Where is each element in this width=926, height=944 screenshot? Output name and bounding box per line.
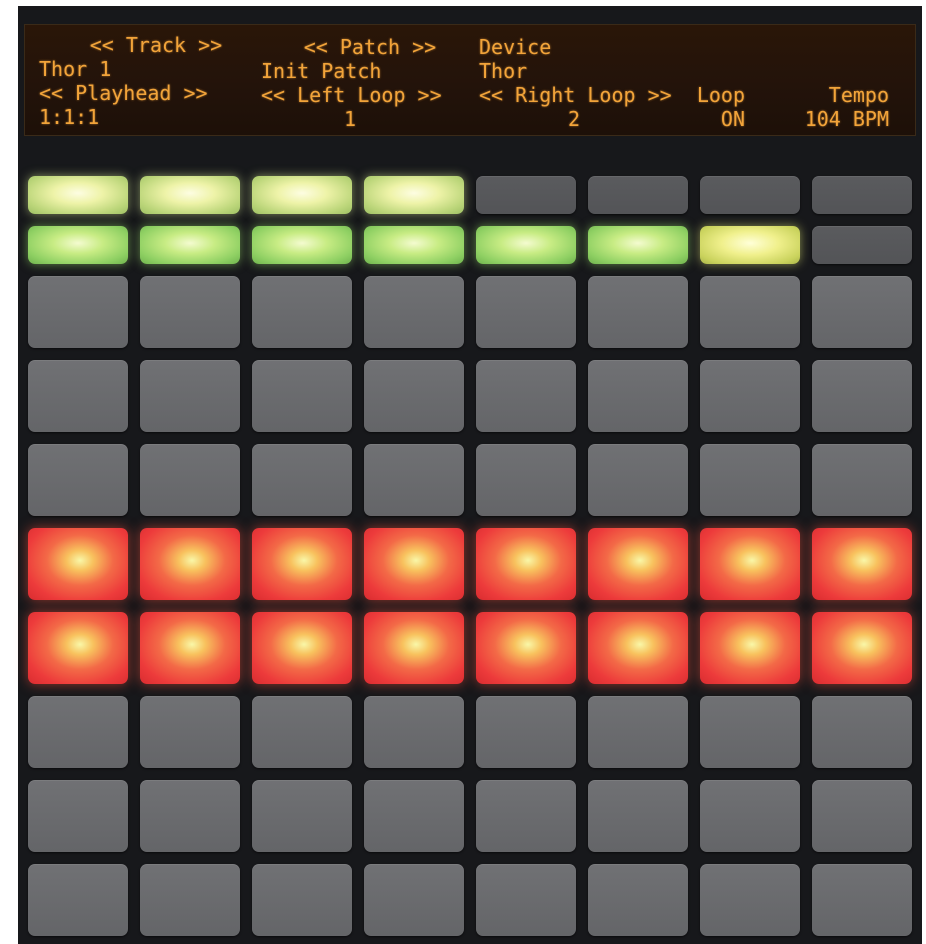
pad-r8-c6[interactable] bbox=[588, 696, 688, 768]
pad-r6-c2[interactable] bbox=[140, 528, 240, 600]
pad-r8-c1[interactable] bbox=[28, 696, 128, 768]
pad-r1-c1[interactable] bbox=[28, 176, 128, 214]
pad-r3-c3[interactable] bbox=[252, 276, 352, 348]
pad-r9-c8[interactable] bbox=[812, 780, 912, 852]
pad-r1-c6[interactable] bbox=[588, 176, 688, 214]
pad-r2-c6[interactable] bbox=[588, 226, 688, 264]
pad-r6-c6[interactable] bbox=[588, 528, 688, 600]
right-loop-selector[interactable]: << Right Loop >> bbox=[479, 83, 672, 107]
pad-r6-c4[interactable] bbox=[364, 528, 464, 600]
pad-r1-c5[interactable] bbox=[476, 176, 576, 214]
pad-r7-c5[interactable] bbox=[476, 612, 576, 684]
pad-r3-c6[interactable] bbox=[588, 276, 688, 348]
pad-r10-c7[interactable] bbox=[700, 864, 800, 936]
pad-r8-c3[interactable] bbox=[252, 696, 352, 768]
pad-r8-c5[interactable] bbox=[476, 696, 576, 768]
pad-r8-c2[interactable] bbox=[140, 696, 240, 768]
pad-r7-c7[interactable] bbox=[700, 612, 800, 684]
left-loop-selector[interactable]: << Left Loop >> bbox=[261, 83, 442, 107]
pad-r7-c2[interactable] bbox=[140, 612, 240, 684]
lcd-display: << Track >> Thor 1 << Playhead >> 1:1:1 … bbox=[24, 24, 916, 136]
pad-r7-c8[interactable] bbox=[812, 612, 912, 684]
pad-r4-c6[interactable] bbox=[588, 360, 688, 432]
pad-r2-c5[interactable] bbox=[476, 226, 576, 264]
device-name: Thor bbox=[479, 59, 528, 83]
pad-r1-c2[interactable] bbox=[140, 176, 240, 214]
pad-r9-c1[interactable] bbox=[28, 780, 128, 852]
pad-r5-c5[interactable] bbox=[476, 444, 576, 516]
device-label: Device bbox=[479, 35, 552, 59]
pad-r2-c4[interactable] bbox=[364, 226, 464, 264]
pad-r7-c3[interactable] bbox=[252, 612, 352, 684]
pad-r4-c2[interactable] bbox=[140, 360, 240, 432]
pad-r3-c5[interactable] bbox=[476, 276, 576, 348]
pad-r5-c3[interactable] bbox=[252, 444, 352, 516]
left-loop-value: 1 bbox=[343, 107, 357, 131]
pad-r10-c4[interactable] bbox=[364, 864, 464, 936]
pad-r7-c1[interactable] bbox=[28, 612, 128, 684]
pad-r3-c8[interactable] bbox=[812, 276, 912, 348]
pad-r5-c4[interactable] bbox=[364, 444, 464, 516]
pad-r3-c1[interactable] bbox=[28, 276, 128, 348]
pad-r5-c8[interactable] bbox=[812, 444, 912, 516]
loop-label: Loop bbox=[696, 83, 745, 107]
pad-r6-c5[interactable] bbox=[476, 528, 576, 600]
playhead-selector[interactable]: << Playhead >> bbox=[39, 81, 208, 105]
pad-r10-c8[interactable] bbox=[812, 864, 912, 936]
pad-r10-c3[interactable] bbox=[252, 864, 352, 936]
pad-r8-c4[interactable] bbox=[364, 696, 464, 768]
pad-r1-c7[interactable] bbox=[700, 176, 800, 214]
pad-r4-c4[interactable] bbox=[364, 360, 464, 432]
pad-r2-c8[interactable] bbox=[812, 226, 912, 264]
track-selector[interactable]: << Track >> bbox=[61, 33, 251, 57]
pad-r1-c3[interactable] bbox=[252, 176, 352, 214]
pad-r6-c8[interactable] bbox=[812, 528, 912, 600]
pad-r2-c3[interactable] bbox=[252, 226, 352, 264]
pad-r1-c8[interactable] bbox=[812, 176, 912, 214]
pad-r2-c2[interactable] bbox=[140, 226, 240, 264]
pad-r10-c5[interactable] bbox=[476, 864, 576, 936]
pad-grid bbox=[28, 176, 912, 936]
controller-device: << Track >> Thor 1 << Playhead >> 1:1:1 … bbox=[18, 6, 922, 944]
pad-r8-c8[interactable] bbox=[812, 696, 912, 768]
pad-r4-c7[interactable] bbox=[700, 360, 800, 432]
pad-r4-c8[interactable] bbox=[812, 360, 912, 432]
pad-r6-c3[interactable] bbox=[252, 528, 352, 600]
pad-r7-c4[interactable] bbox=[364, 612, 464, 684]
pad-r3-c7[interactable] bbox=[700, 276, 800, 348]
track-name: Thor 1 bbox=[39, 57, 112, 81]
tempo-value: 104 BPM bbox=[804, 107, 889, 131]
pad-r10-c1[interactable] bbox=[28, 864, 128, 936]
patch-name: Init Patch bbox=[261, 59, 382, 83]
pad-r1-c4[interactable] bbox=[364, 176, 464, 214]
tempo-label: Tempo bbox=[828, 83, 889, 107]
patch-selector[interactable]: << Patch >> bbox=[275, 35, 465, 59]
right-loop-value: 2 bbox=[567, 107, 581, 131]
pad-r9-c7[interactable] bbox=[700, 780, 800, 852]
loop-status: ON bbox=[720, 107, 745, 131]
pad-r4-c3[interactable] bbox=[252, 360, 352, 432]
pad-r5-c6[interactable] bbox=[588, 444, 688, 516]
pad-r10-c2[interactable] bbox=[140, 864, 240, 936]
pad-r6-c1[interactable] bbox=[28, 528, 128, 600]
pad-r9-c2[interactable] bbox=[140, 780, 240, 852]
pad-r9-c5[interactable] bbox=[476, 780, 576, 852]
pad-r6-c7[interactable] bbox=[700, 528, 800, 600]
pad-r8-c7[interactable] bbox=[700, 696, 800, 768]
pad-r4-c1[interactable] bbox=[28, 360, 128, 432]
pad-r2-c7[interactable] bbox=[700, 226, 800, 264]
pad-r9-c6[interactable] bbox=[588, 780, 688, 852]
pad-r4-c5[interactable] bbox=[476, 360, 576, 432]
pad-r5-c2[interactable] bbox=[140, 444, 240, 516]
pad-r3-c4[interactable] bbox=[364, 276, 464, 348]
pad-r9-c3[interactable] bbox=[252, 780, 352, 852]
pad-r5-c1[interactable] bbox=[28, 444, 128, 516]
pad-r2-c1[interactable] bbox=[28, 226, 128, 264]
pad-r7-c6[interactable] bbox=[588, 612, 688, 684]
pad-r3-c2[interactable] bbox=[140, 276, 240, 348]
pad-r9-c4[interactable] bbox=[364, 780, 464, 852]
pad-r5-c7[interactable] bbox=[700, 444, 800, 516]
pad-r10-c6[interactable] bbox=[588, 864, 688, 936]
playhead-position: 1:1:1 bbox=[39, 105, 100, 129]
